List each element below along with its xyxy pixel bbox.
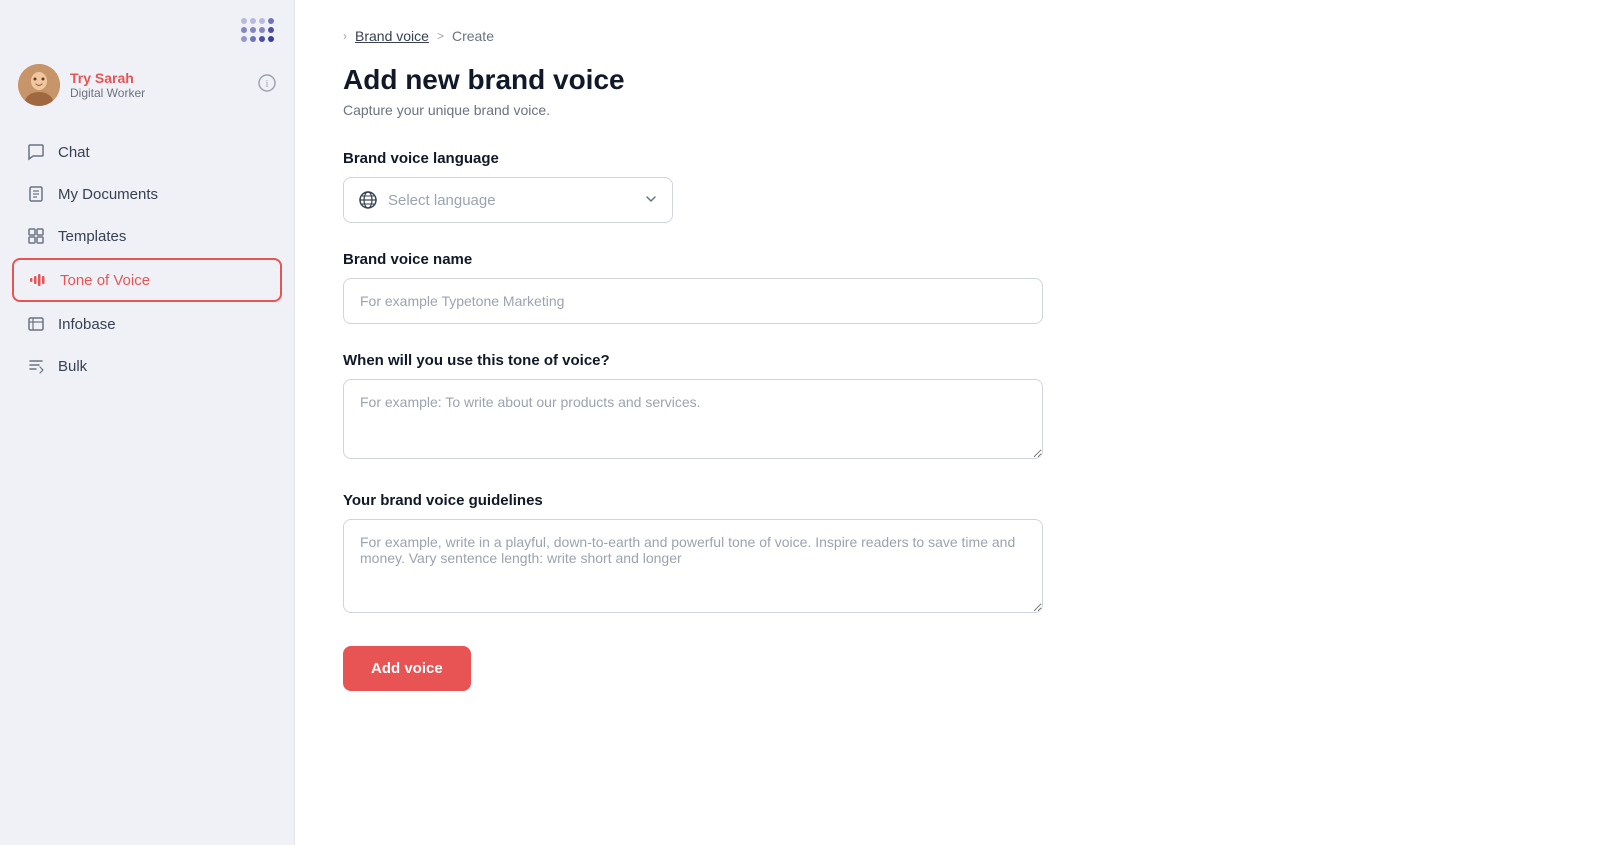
page-subtitle: Capture your unique brand voice. [343, 102, 1552, 118]
user-info: Try Sarah Digital Worker [70, 70, 248, 100]
sidebar-item-bulk-label: Bulk [58, 358, 87, 375]
sidebar: Try Sarah Digital Worker i Chat [0, 0, 295, 845]
sidebar-item-tone-of-voice[interactable]: Tone of Voice [12, 258, 282, 302]
infobase-icon [26, 314, 46, 334]
sidebar-logo [0, 0, 294, 54]
sidebar-item-tone-of-voice-label: Tone of Voice [60, 272, 150, 289]
sidebar-nav: Chat My Documents [0, 124, 294, 394]
name-group: Brand voice name [343, 251, 1043, 324]
breadcrumb-parent[interactable]: Brand voice [355, 28, 429, 44]
chat-icon [26, 142, 46, 162]
sidebar-item-infobase-label: Infobase [58, 316, 116, 333]
name-label: Brand voice name [343, 251, 1043, 268]
templates-icon [26, 226, 46, 246]
avatar [18, 64, 60, 106]
sidebar-item-bulk[interactable]: Bulk [12, 346, 282, 386]
sidebar-item-templates[interactable]: Templates [12, 216, 282, 256]
info-icon[interactable]: i [258, 74, 276, 97]
add-voice-button[interactable]: Add voice [343, 646, 471, 691]
main-content: › Brand voice > Create Add new brand voi… [295, 0, 1600, 845]
breadcrumb-separator: > [437, 29, 444, 43]
language-select-text: Select language [388, 192, 634, 209]
avatar-image [18, 64, 60, 106]
breadcrumb: › Brand voice > Create [343, 28, 1552, 44]
breadcrumb-current: Create [452, 28, 494, 44]
sidebar-item-my-documents-label: My Documents [58, 186, 158, 203]
breadcrumb-separator-left: › [343, 29, 347, 43]
usage-group: When will you use this tone of voice? [343, 352, 1043, 464]
language-select[interactable]: Select language [343, 177, 673, 223]
guidelines-textarea[interactable] [343, 519, 1043, 613]
name-input[interactable] [343, 278, 1043, 324]
svg-text:i: i [266, 79, 269, 90]
logo-icon [241, 18, 274, 42]
language-label: Brand voice language [343, 150, 1043, 167]
sidebar-item-templates-label: Templates [58, 228, 126, 245]
documents-icon [26, 184, 46, 204]
user-name: Try Sarah [70, 70, 248, 86]
user-section: Try Sarah Digital Worker i [0, 54, 294, 124]
language-group: Brand voice language Select language [343, 150, 1043, 223]
sidebar-item-infobase[interactable]: Infobase [12, 304, 282, 344]
globe-icon [358, 190, 378, 210]
sidebar-item-chat-label: Chat [58, 144, 90, 161]
usage-label: When will you use this tone of voice? [343, 352, 1043, 369]
sidebar-item-my-documents[interactable]: My Documents [12, 174, 282, 214]
guidelines-group: Your brand voice guidelines [343, 492, 1043, 618]
chevron-down-icon [644, 192, 658, 209]
brand-voice-form: Brand voice language Select language [343, 150, 1043, 691]
usage-textarea[interactable] [343, 379, 1043, 459]
guidelines-label: Your brand voice guidelines [343, 492, 1043, 509]
page-title: Add new brand voice [343, 64, 1552, 96]
tone-icon [28, 270, 48, 290]
bulk-icon [26, 356, 46, 376]
user-role: Digital Worker [70, 86, 248, 100]
sidebar-item-chat[interactable]: Chat [12, 132, 282, 172]
